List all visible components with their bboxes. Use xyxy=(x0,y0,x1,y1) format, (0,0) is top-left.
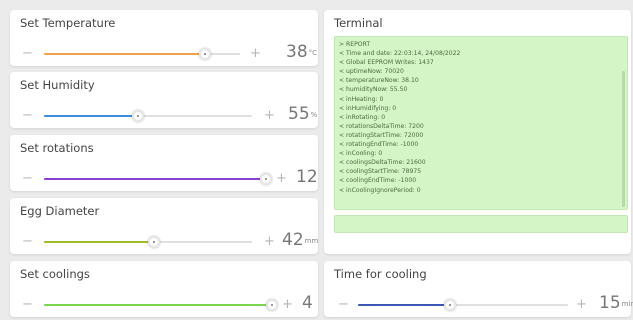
card-title: Set rotations xyxy=(20,141,94,155)
terminal-line: < inRotating: 0 xyxy=(339,113,386,121)
terminal-line: < inHeating: 0 xyxy=(339,95,384,103)
terminal-output[interactable]: > REPORT < Time and date: 22:03:14, 24/08… xyxy=(334,36,628,210)
rotations-slider[interactable] xyxy=(44,173,272,185)
terminal-line: < Time and date: 22:03:14, 24/08/2022 xyxy=(339,50,461,58)
plus-icon[interactable]: + xyxy=(282,298,293,311)
terminal-line: < rotatingStartTime: 72000 xyxy=(339,131,424,139)
minus-icon[interactable]: − xyxy=(22,298,33,311)
slider-fill xyxy=(44,241,155,243)
terminal-line: < coolingsDeltaTime: 21600 xyxy=(339,159,426,167)
unit-label: mm xyxy=(304,237,319,245)
egg-diameter-value: 42mm xyxy=(282,230,319,250)
humidity-slider[interactable] xyxy=(44,110,252,122)
plus-icon[interactable]: + xyxy=(264,109,275,122)
unit-label: min xyxy=(621,300,633,308)
cooling-time-value: 15min xyxy=(599,293,633,313)
cooling-time-slider-row: − + 15min xyxy=(324,293,633,317)
plus-icon[interactable]: + xyxy=(250,47,261,60)
rotations-card: Set rotations − + 12 xyxy=(10,135,318,191)
slider-fill xyxy=(44,53,205,55)
plus-icon[interactable]: + xyxy=(576,298,587,311)
terminal-card: Terminal > REPORT < Time and date: 22:03:… xyxy=(324,10,631,254)
cooling-time-slider[interactable] xyxy=(358,299,568,311)
temperature-card: Set Temperature − + 38°C xyxy=(10,10,318,66)
unit-label: °C xyxy=(308,49,318,57)
terminal-line: < Global EEPROM Writes: 1437 xyxy=(339,59,434,67)
slider-thumb[interactable] xyxy=(265,299,278,311)
humidity-value: 55% xyxy=(288,104,318,124)
terminal-line: < coolingEndTime: -1000 xyxy=(339,177,417,185)
minus-icon[interactable]: − xyxy=(22,235,33,248)
slider-thumb[interactable] xyxy=(444,299,457,311)
minus-icon[interactable]: − xyxy=(22,172,33,185)
coolings-slider[interactable] xyxy=(44,299,278,311)
terminal-line: < inHumidifying: 0 xyxy=(339,104,397,112)
slider-fill xyxy=(358,304,451,306)
terminal-line: < uptimeNow: 70020 xyxy=(339,68,404,76)
humidity-card: Set Humidity − + 55% xyxy=(10,72,318,128)
minus-icon[interactable]: − xyxy=(338,298,349,311)
cooling-time-card: Time for cooling − + 15min xyxy=(324,261,633,317)
slider-thumb[interactable] xyxy=(259,173,272,185)
minus-icon[interactable]: − xyxy=(22,47,33,60)
slider-thumb[interactable] xyxy=(198,48,211,60)
coolings-card: Set coolings − + 4 xyxy=(10,261,318,317)
card-title: Egg Diameter xyxy=(20,204,100,218)
slider-thumb[interactable] xyxy=(131,110,144,122)
egg-diameter-slider-row: − + 42mm xyxy=(10,230,318,254)
card-title: Set coolings xyxy=(20,267,90,281)
plus-icon[interactable]: + xyxy=(276,172,287,185)
card-title: Set Humidity xyxy=(20,78,95,92)
minus-icon[interactable]: − xyxy=(22,109,33,122)
terminal-input[interactable] xyxy=(334,215,628,233)
terminal-scrollbar[interactable] xyxy=(622,71,625,207)
humidity-slider-row: − + 55% xyxy=(10,104,318,128)
rotations-value: 12 xyxy=(296,167,318,187)
temperature-slider-row: − + 38°C xyxy=(10,42,318,66)
terminal-line: > REPORT xyxy=(339,41,371,48)
terminal-title: Terminal xyxy=(334,16,383,30)
terminal-line: < rotatingEndTime: -1000 xyxy=(339,141,419,149)
slider-fill xyxy=(44,178,266,180)
terminal-line: < rotationsDeltaTime: 7200 xyxy=(339,122,424,130)
plus-icon[interactable]: + xyxy=(264,235,275,248)
card-title: Set Temperature xyxy=(20,16,116,30)
unit-label: % xyxy=(310,111,318,119)
terminal-line: < temperatureNow: 38.10 xyxy=(339,77,419,85)
coolings-value: 4 xyxy=(302,293,313,313)
terminal-line: < coolingStartTime: 78975 xyxy=(339,168,422,176)
terminal-lines: > REPORT < Time and date: 22:03:14, 24/08… xyxy=(339,40,617,195)
egg-diameter-slider[interactable] xyxy=(44,236,252,248)
terminal-line: < humidityNow: 55.50 xyxy=(339,86,408,94)
coolings-slider-row: − + 4 xyxy=(10,293,318,317)
slider-fill xyxy=(44,304,272,306)
card-title: Time for cooling xyxy=(334,267,427,281)
terminal-line: < inCoolingIgnorePeriod: 0 xyxy=(339,186,421,194)
rotations-slider-row: − + 12 xyxy=(10,167,318,191)
temperature-slider[interactable] xyxy=(44,48,240,60)
egg-diameter-card: Egg Diameter − + 42mm xyxy=(10,198,318,254)
temperature-value: 38°C xyxy=(286,42,318,62)
slider-fill xyxy=(44,115,138,117)
slider-thumb[interactable] xyxy=(148,236,161,248)
terminal-line: < inCooling: 0 xyxy=(339,150,383,158)
